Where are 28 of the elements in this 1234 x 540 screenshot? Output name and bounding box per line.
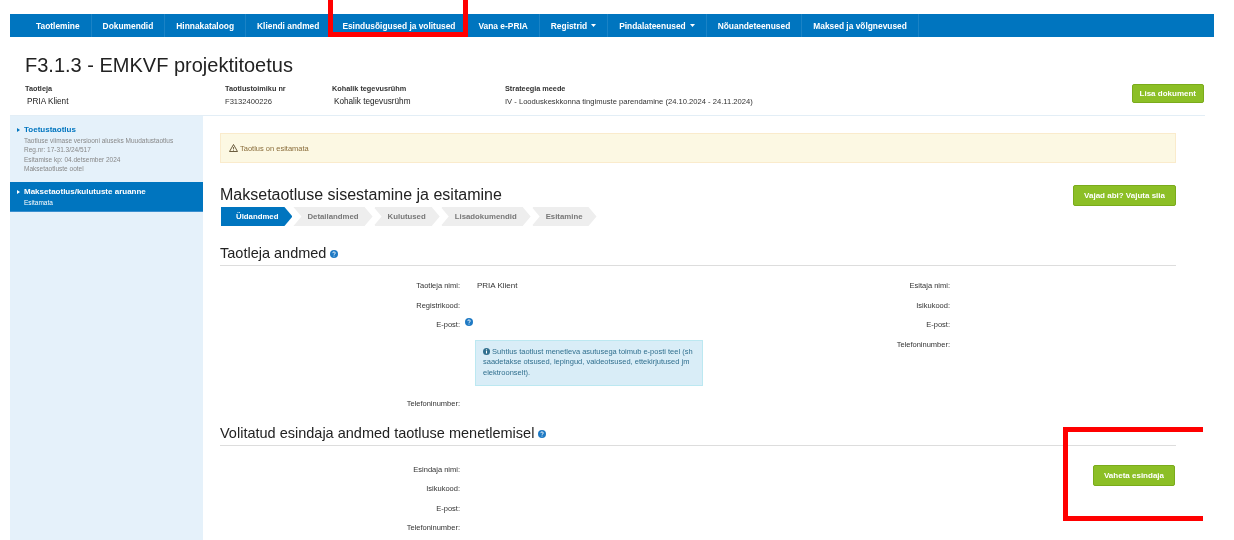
caret-icon: [591, 24, 597, 27]
field-value: PRIA Klient: [477, 281, 518, 290]
summary-value: Kohalik tegevusrühm: [333, 97, 412, 106]
warning-icon: [229, 144, 238, 152]
nav-link[interactable]: Pindalateenused: [608, 14, 707, 37]
nav-link[interactable]: Dokumendid: [91, 14, 166, 37]
sidebar-item-title: Maksetaotlus/kulutuste aruanne: [24, 187, 146, 196]
section-title: Maksetaotluse sisestamine ja esitamine: [220, 186, 502, 204]
summary-value: PRIA Klient: [26, 97, 70, 106]
nav-link[interactable]: Kliendi andmed: [246, 14, 332, 37]
help-icon[interactable]: [538, 429, 547, 438]
nav-link[interactable]: Vana e-PRIA: [467, 14, 540, 37]
caret-icon: [689, 24, 695, 27]
help-icon[interactable]: [465, 318, 473, 326]
sidebar-item-title: Toetustaotlus: [24, 125, 76, 134]
nav-link[interactable]: Taotlemine: [25, 14, 92, 37]
bullet-icon: [17, 127, 20, 132]
nav-link[interactable]: Nõuandeteenused: [706, 14, 803, 37]
section-heading: Volitatud esindaja andmed taotluse menetlemisel: [220, 424, 535, 441]
bullet-icon: [17, 189, 20, 194]
info-icon: [483, 347, 490, 355]
nav-link[interactable]: Esindusõigused ja volitused: [331, 14, 468, 37]
nav-link[interactable]: Hinnakataloog: [165, 14, 246, 37]
nav-link[interactable]: Registrid: [539, 14, 609, 37]
section-heading: Taotleja andmed: [220, 245, 327, 261]
page-title: F3.1.3 - EMKVF projektitoetus: [25, 54, 294, 76]
help-icon[interactable]: [330, 250, 339, 259]
nav-link[interactable]: Maksed ja võlgnevused: [802, 14, 919, 37]
